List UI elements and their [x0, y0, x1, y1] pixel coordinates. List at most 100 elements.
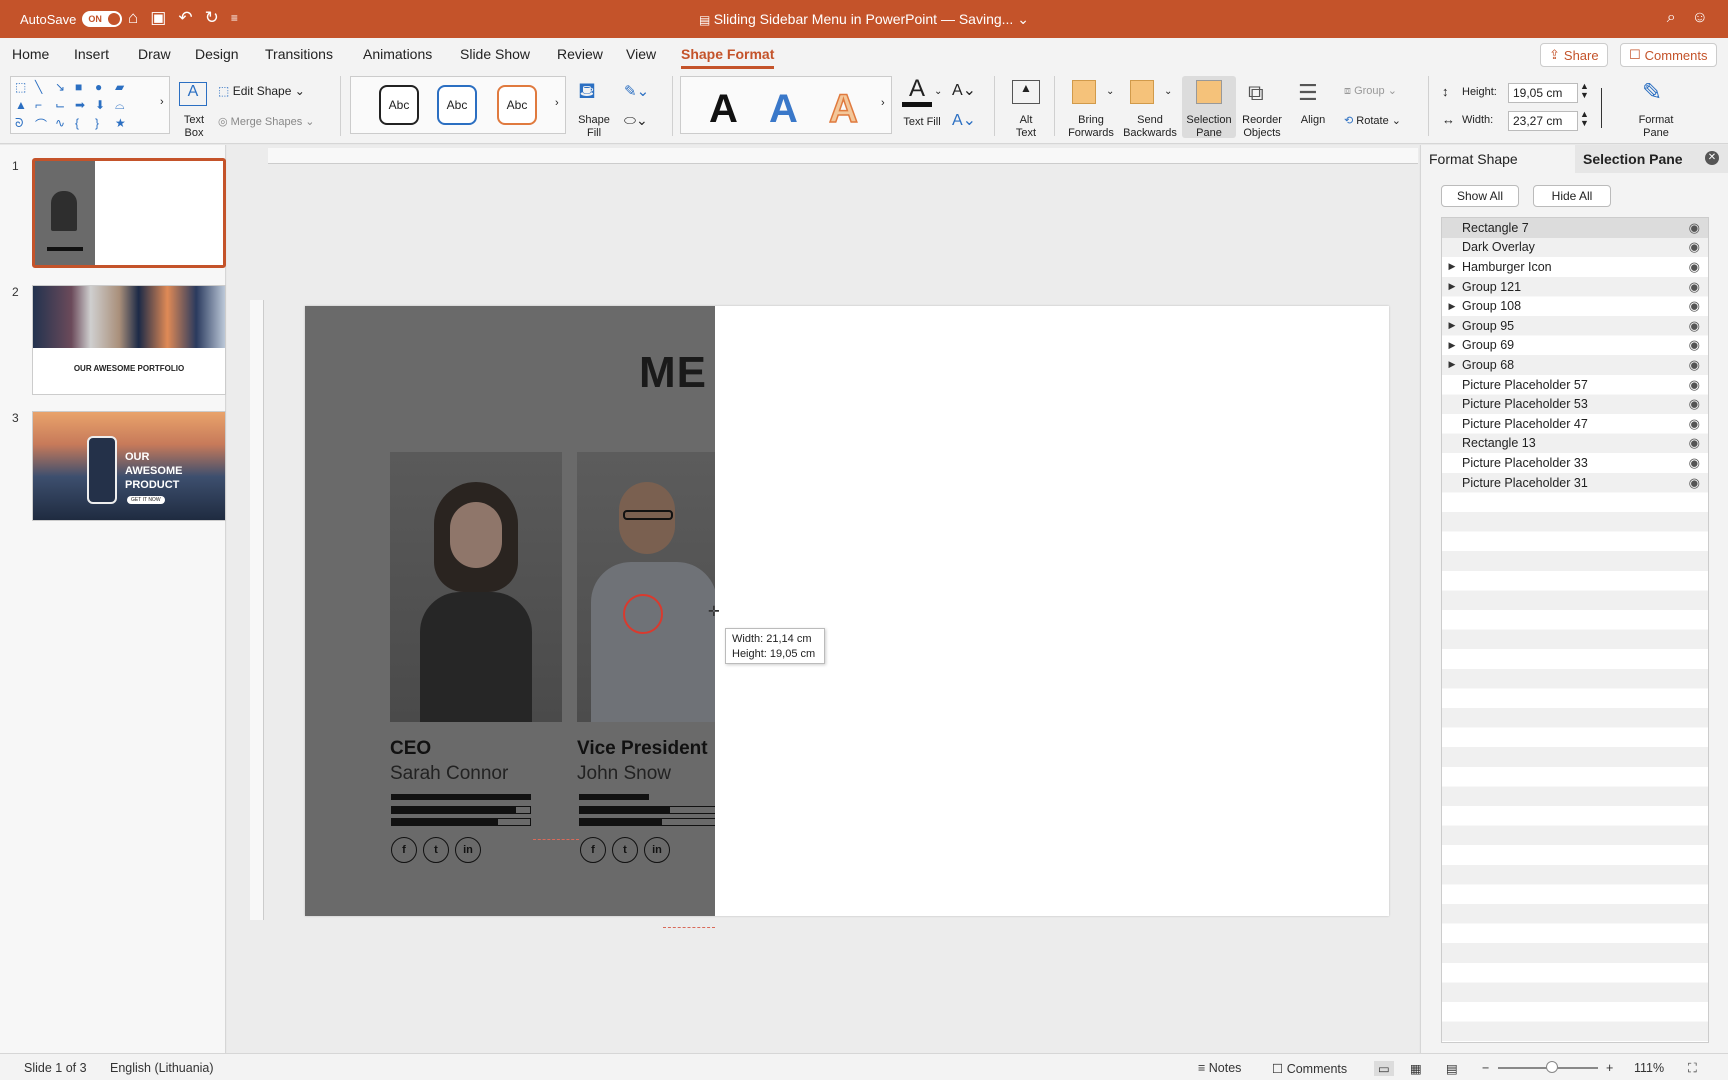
selection-item[interactable]: Rectangle 13 ◉ — [1442, 434, 1708, 454]
selection-item[interactable]: Picture Placeholder 47 ◉ — [1442, 414, 1708, 434]
shape-effects-icon[interactable]: ⬭⌄ — [624, 112, 648, 129]
zoom-in-icon[interactable]: + — [1606, 1061, 1613, 1075]
selection-item[interactable]: Picture Placeholder 53 ◉ — [1442, 394, 1708, 414]
shape-brace-right-icon[interactable]: } — [95, 116, 115, 134]
shape-style-2[interactable]: Abc — [437, 85, 477, 125]
linkedin-icon[interactable]: in — [455, 837, 481, 863]
twitter-icon[interactable]: t — [612, 837, 638, 863]
expand-triangle-icon[interactable]: ▶ — [1442, 261, 1462, 272]
align-button[interactable]: ☰ Align — [1290, 76, 1336, 138]
zoom-slider-knob[interactable] — [1546, 1061, 1558, 1073]
selection-item[interactable]: ▶ Hamburger Icon ◉ — [1442, 257, 1708, 277]
visibility-eye-icon[interactable]: ◉ — [1689, 357, 1700, 373]
visibility-eye-icon[interactable]: ◉ — [1689, 220, 1700, 236]
slide-thumbnail-3[interactable]: OUR AWESOME PRODUCT GET IT NOW — [32, 411, 226, 521]
format-pane-button[interactable]: ✎ Format Pane — [1632, 76, 1680, 139]
visibility-eye-icon[interactable]: ◉ — [1689, 298, 1700, 314]
selection-item[interactable]: Picture Placeholder 31 ◉ — [1442, 473, 1708, 493]
selection-item[interactable]: ▶ Group 95 ◉ — [1442, 316, 1708, 336]
shape-fill-button[interactable]: ⛾ Shape Fill — [574, 76, 614, 139]
tab-insert[interactable]: Insert — [74, 46, 109, 62]
shape-styles-gallery[interactable]: Abc Abc Abc › — [350, 76, 566, 134]
slide-thumbnail-1[interactable] — [32, 158, 226, 268]
shape-triangle-icon[interactable]: ▲ — [15, 98, 35, 116]
tab-design[interactable]: Design — [195, 46, 239, 62]
edit-shape-button[interactable]: ⬚ Edit Shape ⌄ — [218, 84, 305, 98]
shapes-more-icon[interactable]: › — [160, 96, 164, 108]
tab-slide-show[interactable]: Slide Show — [460, 46, 530, 62]
rotate-button[interactable]: ⟲ Rotate ⌄ — [1344, 114, 1401, 127]
shape-select-icon[interactable]: ⬚ — [15, 80, 35, 98]
shape-style-1[interactable]: Abc — [379, 85, 419, 125]
text-fill-button[interactable]: A ⌄ Text Fill — [898, 76, 946, 138]
selection-item[interactable]: ▶ Group 121 ◉ — [1442, 277, 1708, 297]
resize-handle[interactable]: ✛ — [708, 604, 722, 618]
height-input[interactable]: 19,05 cm — [1508, 83, 1578, 103]
wordart-style-orange[interactable]: A — [828, 86, 858, 132]
slide-1[interactable]: ME CEO Sarah Connor Vice President John … — [305, 306, 1389, 928]
visibility-eye-icon[interactable]: ◉ — [1689, 475, 1700, 491]
tab-animations[interactable]: Animations — [363, 46, 432, 62]
shape-rectangle-icon[interactable]: ■ — [75, 80, 95, 98]
tab-format-shape[interactable]: Format Shape — [1429, 151, 1518, 167]
selection-item[interactable]: ▶ Group 68 ◉ — [1442, 355, 1708, 375]
wordart-gallery[interactable]: A A A › — [680, 76, 892, 134]
shape-scribble-icon[interactable]: ∿ — [55, 116, 75, 134]
selection-pane-button[interactable]: Selection Pane — [1182, 76, 1236, 139]
styles-more-icon[interactable]: › — [555, 97, 559, 109]
wordart-more-icon[interactable]: › — [881, 97, 885, 109]
expand-triangle-icon[interactable]: ▶ — [1442, 359, 1462, 370]
shape-curve-icon[interactable]: ᘐ — [15, 116, 35, 134]
text-effects-icon[interactable]: A⌄ — [952, 110, 976, 130]
visibility-eye-icon[interactable]: ◉ — [1689, 416, 1700, 432]
reorder-objects-button[interactable]: ⧉ Reorder Objects — [1236, 76, 1288, 139]
shape-down-arrow-icon[interactable]: ⬇ — [95, 98, 115, 116]
tab-draw[interactable]: Draw — [138, 46, 171, 62]
shapes-gallery[interactable]: ⬚ ╲ ↘ ■ ● ▰ ▲ ⌐ ⌙ ➡ ⬇ ⌓ ᘐ ⌒ ∿{} ★ — [10, 76, 170, 134]
alt-text-button[interactable]: ▲ Alt Text — [1006, 76, 1046, 139]
expand-triangle-icon[interactable]: ▶ — [1442, 281, 1462, 292]
shape-line-icon[interactable]: ╲ — [35, 80, 55, 98]
facebook-icon[interactable]: f — [391, 837, 417, 863]
shape-style-3[interactable]: Abc — [497, 85, 537, 125]
shape-arc-icon[interactable]: ⌒ — [35, 116, 55, 134]
height-stepper-icon[interactable]: ▲ ▼ — [1580, 82, 1589, 100]
notes-button[interactable]: ≡ Notes — [1198, 1061, 1241, 1075]
text-box-button[interactable]: A Text Box — [176, 76, 212, 139]
search-icon[interactable]: ⌕ — [1667, 9, 1676, 27]
shape-arrow-line-icon[interactable]: ↘ — [55, 80, 75, 98]
language-indicator[interactable]: English (Lithuania) — [110, 1061, 214, 1075]
visibility-eye-icon[interactable]: ◉ — [1689, 396, 1700, 412]
visibility-eye-icon[interactable]: ◉ — [1689, 259, 1700, 275]
visibility-eye-icon[interactable]: ◉ — [1689, 239, 1700, 255]
wordart-style-blue[interactable]: A — [769, 87, 798, 132]
expand-triangle-icon[interactable]: ▶ — [1442, 340, 1462, 351]
account-icon[interactable]: ☺ — [1692, 9, 1708, 27]
group-button[interactable]: ⧈ Group ⌄ — [1344, 84, 1397, 98]
lock-aspect-icon[interactable] — [1594, 88, 1602, 128]
selection-item[interactable]: Rectangle 7 ◉ — [1442, 218, 1708, 238]
selection-item[interactable]: ▶ Group 69 ◉ — [1442, 336, 1708, 356]
hide-all-button[interactable]: Hide All — [1533, 185, 1611, 207]
visibility-eye-icon[interactable]: ◉ — [1689, 318, 1700, 334]
zoom-level[interactable]: 111% — [1634, 1061, 1664, 1075]
tab-selection-pane[interactable]: Selection Pane — [1583, 151, 1683, 167]
linkedin-icon[interactable]: in — [644, 837, 670, 863]
selection-item[interactable]: Picture Placeholder 57 ◉ — [1442, 375, 1708, 395]
twitter-icon[interactable]: t — [423, 837, 449, 863]
shape-brace-left-icon[interactable]: { — [75, 116, 95, 134]
slide-sorter-icon[interactable]: ▦ — [1410, 1061, 1422, 1076]
reading-view-icon[interactable]: ▤ — [1446, 1061, 1458, 1076]
comments-status-button[interactable]: ☐ Comments — [1272, 1061, 1347, 1076]
send-backwards-button[interactable]: ⌄ Send Backwards — [1120, 76, 1180, 139]
fit-to-window-icon[interactable]: ⛶ — [1688, 1061, 1697, 1076]
text-outline-icon[interactable]: A⌄ — [952, 80, 976, 100]
selection-item[interactable]: ▶ Group 108 ◉ — [1442, 296, 1708, 316]
shape-connector-icon[interactable]: ⌐ — [35, 98, 55, 116]
slide-thumbnail-2[interactable]: OUR AWESOME PORTFOLIO — [32, 285, 226, 395]
tab-transitions[interactable]: Transitions — [265, 46, 333, 62]
shape-rounded-rect-icon[interactable]: ▰ — [115, 80, 135, 98]
merge-shapes-button[interactable]: ◎ Merge Shapes ⌄ — [218, 115, 315, 128]
dark-overlay[interactable]: ME CEO Sarah Connor Vice President John … — [305, 306, 715, 916]
shape-outline-icon[interactable]: ✎⌄ — [624, 82, 649, 100]
